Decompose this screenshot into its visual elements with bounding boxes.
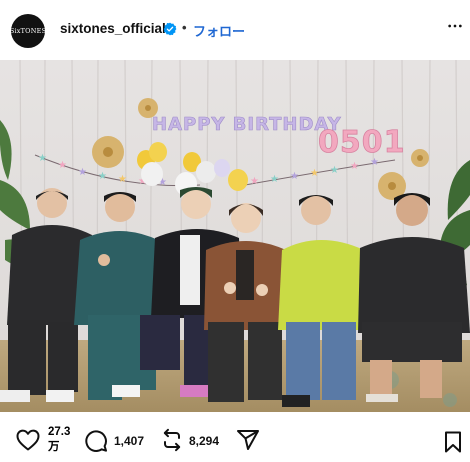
verified-icon: [163, 22, 177, 36]
svg-text:★: ★: [330, 165, 339, 176]
bookmark-icon[interactable]: [444, 431, 462, 453]
likes-unit: 万: [48, 441, 60, 453]
balloon-number-text: 0501: [318, 125, 406, 160]
reposts-count[interactable]: 8,294: [189, 434, 219, 448]
likes-number: 27.3: [48, 426, 71, 438]
share-icon[interactable]: [236, 429, 260, 451]
post-photo[interactable]: ★★ ★★ ★★ ★★ ★★ ★★ ★★ ★ HAPP: [0, 60, 470, 412]
separator-dot: •: [182, 20, 187, 35]
follow-button[interactable]: フォロー: [193, 21, 245, 40]
post-header: SixTONES sixtones_official • フォロー: [0, 0, 470, 62]
avatar-logo-text: SixTONES: [11, 27, 45, 35]
heart-icon[interactable]: [16, 429, 40, 451]
comment-icon[interactable]: [84, 429, 108, 453]
comments-count[interactable]: 1,407: [114, 434, 144, 448]
more-icon[interactable]: [447, 18, 463, 34]
repost-icon[interactable]: [160, 428, 184, 452]
svg-text:★: ★: [350, 161, 359, 172]
svg-text:★: ★: [310, 168, 319, 179]
svg-text:★: ★: [58, 160, 67, 171]
svg-text:★: ★: [98, 171, 107, 182]
birthday-banner-text: HAPPY BIRTHDAY: [152, 114, 342, 135]
action-bar: 27.3 万 1,407 8,294: [0, 412, 470, 462]
svg-text:★: ★: [78, 167, 87, 178]
svg-text:★: ★: [38, 153, 47, 164]
likes-count[interactable]: 27.3 万: [48, 425, 71, 455]
svg-text:★: ★: [270, 174, 279, 185]
svg-text:★: ★: [118, 174, 127, 185]
svg-text:★: ★: [250, 176, 259, 187]
username-link[interactable]: sixtones_official: [60, 21, 166, 36]
svg-text:★: ★: [290, 171, 299, 182]
avatar[interactable]: SixTONES: [11, 14, 45, 48]
